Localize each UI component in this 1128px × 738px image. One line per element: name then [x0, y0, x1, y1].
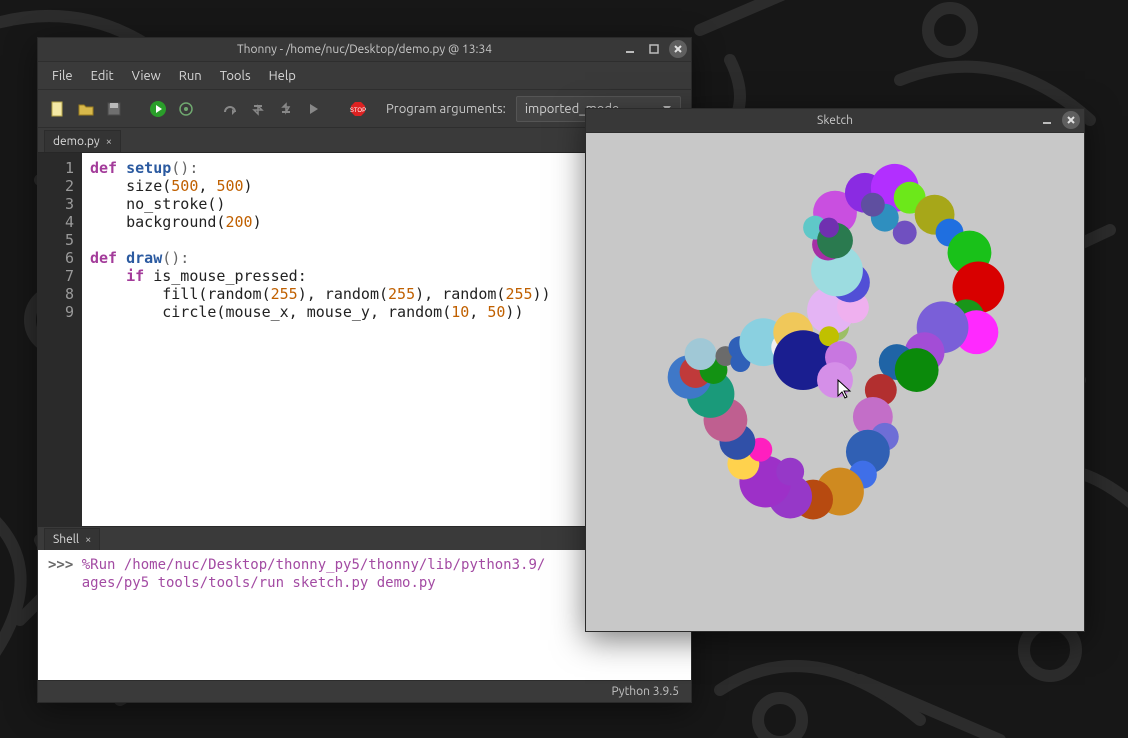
sketch-title: Sketch	[817, 114, 853, 127]
menu-help[interactable]: Help	[261, 65, 304, 87]
run-icon[interactable]	[148, 99, 168, 119]
new-file-icon[interactable]	[48, 99, 68, 119]
menu-file[interactable]: File	[44, 65, 81, 87]
minimize-icon[interactable]	[621, 40, 639, 58]
svg-text:STOP: STOP	[350, 108, 366, 114]
shell-command: %Run /home/nuc/Desktop/thonny_py5/thonny…	[82, 557, 546, 573]
shell-prompt: >>>	[48, 557, 73, 573]
editor-tab-label: demo.py	[53, 135, 100, 148]
menu-tools[interactable]: Tools	[212, 65, 259, 87]
close-tab-icon[interactable]: ×	[106, 136, 112, 148]
sketch-svg	[586, 133, 1084, 631]
close-icon[interactable]	[1062, 111, 1080, 129]
editor-tab[interactable]: demo.py ×	[44, 130, 121, 152]
minimize-icon[interactable]	[1038, 111, 1056, 129]
open-file-icon[interactable]	[76, 99, 96, 119]
step-over-icon[interactable]	[220, 99, 240, 119]
step-into-icon[interactable]	[248, 99, 268, 119]
python-version: Python 3.9.5	[612, 685, 680, 698]
save-icon[interactable]	[104, 99, 124, 119]
menu-view[interactable]: View	[124, 65, 169, 87]
maximize-icon[interactable]	[645, 40, 663, 58]
shell-tab-label: Shell	[53, 533, 79, 546]
menubar: File Edit View Run Tools Help	[38, 62, 691, 90]
sketch-window: Sketch	[585, 108, 1085, 632]
close-shell-tab-icon[interactable]: ×	[85, 534, 91, 546]
sketch-titlebar[interactable]: Sketch	[586, 109, 1084, 133]
debug-icon[interactable]	[176, 99, 196, 119]
program-args-label: Program arguments:	[386, 102, 506, 116]
statusbar: Python 3.9.5	[38, 680, 691, 702]
resume-icon[interactable]	[304, 99, 324, 119]
sketch-canvas[interactable]	[586, 133, 1084, 631]
shell-tab[interactable]: Shell ×	[44, 528, 100, 550]
menu-run[interactable]: Run	[171, 65, 210, 87]
stop-icon[interactable]: STOP	[348, 99, 368, 119]
line-gutter: 123456789	[38, 153, 82, 526]
ide-titlebar[interactable]: Thonny - /home/nuc/Desktop/demo.py @ 13:…	[38, 38, 691, 62]
ide-title-text: Thonny - /home/nuc/Desktop/demo.py @ 13:…	[237, 43, 492, 56]
step-out-icon[interactable]	[276, 99, 296, 119]
menu-edit[interactable]: Edit	[83, 65, 122, 87]
shell-command-cont: ages/py5 tools/tools/run sketch.py demo.…	[82, 575, 436, 591]
close-icon[interactable]	[669, 40, 687, 58]
